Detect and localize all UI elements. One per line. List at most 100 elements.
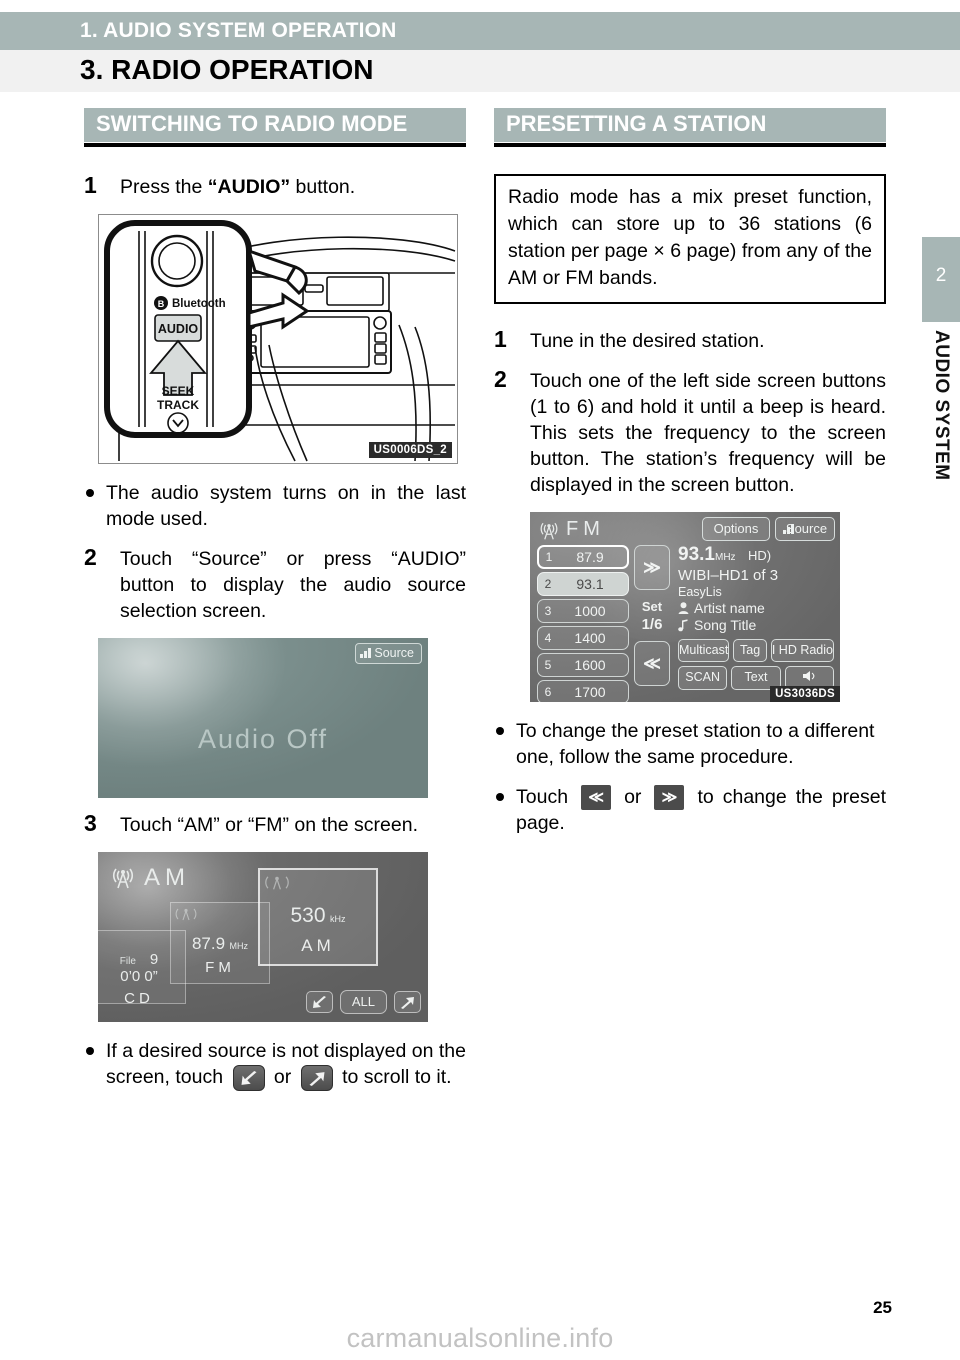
right-bullet-2: Touch ≪ or ≫ to change the preset page. <box>494 784 886 836</box>
preset-button-4[interactable]: 4 1400 <box>537 626 629 650</box>
scroll-left-button-inline[interactable] <box>232 1064 265 1091</box>
source-button[interactable]: Source <box>775 517 835 541</box>
section-header-rule <box>494 143 886 147</box>
preset-button-1[interactable]: 1 87.9 <box>537 545 629 569</box>
chapter-header-bar: 1. AUDIO SYSTEM OPERATION <box>0 12 960 50</box>
right-bullet-2-text: Touch ≪ or ≫ to change the preset page. <box>516 785 887 835</box>
now-playing-info: 93.1MHz HD) WIBI–HD1 of 3 EasyLis Artist… <box>678 544 834 633</box>
all-button[interactable]: ALL <box>339 990 387 1014</box>
bullet-dot-icon <box>496 793 504 801</box>
left-step-1: 1 Press the “AUDIO” button. <box>84 172 466 200</box>
left-bullet-1: The audio system turns on in the last mo… <box>84 480 466 532</box>
left-step-2-number: 2 <box>84 544 97 570</box>
radio-band-label: FM <box>566 518 605 540</box>
preset-button-6[interactable]: 6 1700 <box>537 680 629 702</box>
song-title: Song Title <box>694 617 757 633</box>
section-header-presetting-label: PRESETTING A STATION <box>506 111 767 136</box>
right-step-2-text: Touch one of the left side screen button… <box>530 370 886 496</box>
left-step-3-text: Touch “AM” or “FM” on the screen. <box>120 814 419 836</box>
left-bullet-2: If a desired source is not displayed on … <box>84 1038 466 1091</box>
cd-file-label: File <box>119 956 136 967</box>
chapter-title: 1. AUDIO SYSTEM OPERATION <box>80 19 397 42</box>
tag-button[interactable]: Tag <box>733 639 767 662</box>
left-step-1-text: Press the “AUDIO” button. <box>120 176 356 198</box>
dashboard-illustration: B Bluetooth AUDIO SEEK TRACK <box>104 220 456 462</box>
chapter-tab-label: AUDIO SYSTEM <box>931 330 952 481</box>
left-bullet-2-text: If a desired source is not displayed on … <box>106 1038 466 1091</box>
right-step-2: 2 Touch one of the left side screen butt… <box>494 366 886 498</box>
preset-index: 2 <box>544 577 552 591</box>
audio-off-screen-figure: Source Audio Off <box>98 638 428 798</box>
section-header-presetting: PRESETTING A STATION <box>494 108 886 148</box>
preset-button-2[interactable]: 2 93.1 <box>537 572 629 596</box>
next-page-button[interactable]: ≫ <box>634 545 670 590</box>
page-nav-column: ≫ Set 1/6 ≪ <box>634 545 670 686</box>
bullet-dot-icon <box>86 1047 94 1055</box>
multicast-button[interactable]: Multicast <box>678 639 730 662</box>
chapter-tab-number: 2 <box>935 265 947 286</box>
current-frequency-unit: MHz <box>714 552 736 563</box>
left-step-2: 2 Touch “Source” or press “AUDIO” button… <box>84 544 466 624</box>
watermark: carmanualsonline.info <box>346 1323 614 1353</box>
bluetooth-label: Bluetooth <box>172 298 226 310</box>
scroll-left-button[interactable] <box>305 991 333 1013</box>
track-label: TRACK <box>157 398 199 412</box>
preset-value: 1700 <box>574 684 606 700</box>
fm-unit: MHz <box>229 941 249 951</box>
arrow-up-right-icon <box>401 996 414 1009</box>
page-title: 3. RADIO OPERATION <box>80 54 374 85</box>
section-header-rule <box>84 143 466 147</box>
scroll-right-button[interactable] <box>394 991 421 1013</box>
right-column: PRESETTING A STATION Radio mode has a mi… <box>494 108 886 850</box>
preset-value: 1400 <box>574 630 606 646</box>
preset-index: 1 <box>545 550 553 564</box>
left-column: SWITCHING TO RADIO MODE 1 Press the “AUD… <box>84 108 466 1105</box>
song-row: Song Title <box>678 617 834 633</box>
left-step-3-number: 3 <box>84 810 97 836</box>
source-card-am[interactable]: 530 kHz AM <box>258 868 378 966</box>
hd-radio-button[interactable]: I HD Radio <box>770 639 834 662</box>
source-select-screen-figure: AM File 9 0’0 0” CD 87.9 MHz FM 530 kHz … <box>98 852 428 1022</box>
note-box: Radio mode has a mix preset function, wh… <box>494 174 886 304</box>
arrow-down-left-icon <box>241 1070 256 1085</box>
current-band-label: AM <box>144 864 190 891</box>
preset-button-5[interactable]: 5 1600 <box>537 653 629 677</box>
antenna-icon <box>112 868 134 889</box>
station-name: WIBI–HD1 of 3 <box>678 567 779 584</box>
right-step-1-text: Tune in the desired station. <box>530 330 765 352</box>
right-step-2-number: 2 <box>494 366 507 392</box>
speaker-icon <box>802 671 815 681</box>
right-bullet-1: To change the preset station to a differ… <box>494 718 886 770</box>
fm-band-label: FM <box>205 959 235 976</box>
person-icon <box>678 601 689 614</box>
scan-button[interactable]: SCAN <box>678 666 728 690</box>
antenna-icon <box>175 908 197 921</box>
source-icon <box>360 648 372 658</box>
right-bullet-1-text: To change the preset station to a differ… <box>516 720 875 768</box>
antenna-icon <box>540 522 558 540</box>
next-page-button-inline[interactable]: ≫ <box>654 785 685 811</box>
prev-page-button[interactable]: ≪ <box>634 641 670 686</box>
prev-page-button-inline[interactable]: ≪ <box>581 785 612 811</box>
section-title-band: 3. RADIO OPERATION <box>0 50 960 92</box>
audio-off-status: Audio Off <box>197 724 329 754</box>
bullet-dot-icon <box>86 489 94 497</box>
set-label: Set <box>641 599 663 614</box>
preset-index: 3 <box>544 604 552 618</box>
right-step-1-number: 1 <box>494 326 507 352</box>
source-card-fm[interactable]: 87.9 MHz FM <box>170 902 270 984</box>
artist-name: Artist name <box>694 600 765 616</box>
preset-button-3[interactable]: 3 1000 <box>537 599 629 623</box>
preset-index: 6 <box>544 685 552 699</box>
note-text: Radio mode has a mix preset function, wh… <box>508 186 872 289</box>
source-button[interactable]: Source <box>355 643 422 664</box>
cd-file-value: 9 <box>149 951 159 968</box>
section-header-switching: SWITCHING TO RADIO MODE <box>84 108 466 148</box>
fm-frequency: 87.9 <box>191 934 226 953</box>
scroll-right-button-inline[interactable] <box>300 1064 333 1091</box>
am-frequency: 530 <box>290 904 326 927</box>
hd-radio-icon: HD) <box>748 548 772 563</box>
bullet-dot-icon <box>496 727 504 735</box>
manual-page: 1. AUDIO SYSTEM OPERATION 3. RADIO OPERA… <box>0 0 960 1360</box>
options-button[interactable]: Options <box>702 517 770 541</box>
